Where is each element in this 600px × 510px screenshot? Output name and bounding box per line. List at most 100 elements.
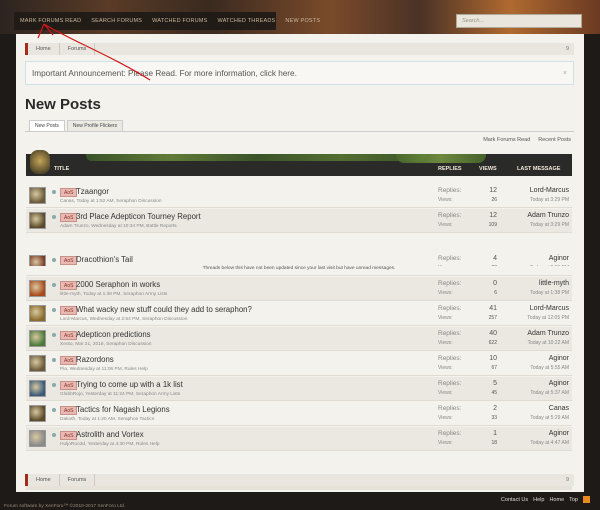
thread-title-link[interactable]: Razordons (76, 355, 114, 364)
views-count: 67 (491, 365, 497, 371)
header-views[interactable]: VIEWS (479, 166, 497, 172)
last-message-date[interactable]: Today at 3:29 PM (530, 222, 569, 228)
last-message-date[interactable]: Today at 3:29 PM (530, 197, 569, 203)
table-row[interactable]: AoS Trying to come up with a 1k list Glo… (26, 377, 572, 401)
table-row[interactable]: AoS 2000 Seraphon in works little-myth, … (26, 277, 572, 301)
replies-label: Replies: (438, 330, 462, 337)
avatar[interactable] (29, 305, 46, 322)
nav-mark-forums-read[interactable]: MARK FORUMS READ (20, 18, 81, 24)
replies-label: Replies: (438, 355, 462, 362)
thread-title-link[interactable]: 3rd Place Adepticon Tourney Report (76, 212, 201, 221)
replies-count: 40 (489, 330, 497, 337)
last-message-date[interactable]: Today at 5:55 AM (530, 365, 569, 371)
table-row[interactable]: AoS Razordons Pia, Wednesday at 11:06 PM… (26, 352, 572, 376)
thread-prefix-badge[interactable]: AoS (60, 281, 78, 290)
mark-forums-read-link[interactable]: Mark Forums Read (483, 137, 530, 143)
thread-prefix-badge[interactable]: AoS (60, 356, 78, 365)
thread-title-link[interactable]: 2000 Seraphon in works (76, 280, 160, 289)
thread-title-link[interactable]: Dracothion's Tail (76, 255, 133, 264)
thread-title-link[interactable]: Tactics for Nagash Legions (76, 405, 170, 414)
table-row[interactable]: AoS Tactics for Nagash Legions Dakoth, T… (26, 402, 572, 426)
nav-new-posts[interactable]: NEW POSTS (285, 18, 320, 24)
header-last-message[interactable]: LAST MESSAGE (517, 166, 560, 172)
replies-count: 12 (489, 212, 497, 219)
table-row[interactable]: AoS Tzaangor Canas, Today at 1:52 AM, Se… (26, 184, 572, 208)
thread-title-link[interactable]: Adepticon predictions (76, 330, 151, 339)
thread-prefix-badge[interactable]: AoS (60, 188, 78, 197)
thread-title-link[interactable]: What wacky new stuff could they add to s… (76, 305, 252, 314)
thread-prefix-badge[interactable]: AoS (60, 213, 78, 222)
table-row[interactable]: AoS Adepticon predictions Xeoto, Mar 21,… (26, 327, 572, 351)
thread-prefix-badge[interactable]: AoS (60, 406, 78, 415)
last-message-date[interactable]: Today at 4:47 AM (530, 440, 569, 446)
avatar[interactable] (29, 355, 46, 372)
thread-meta: GlobbRojo, Yesterday at 11:24 PM, Seraph… (60, 392, 181, 397)
nav-watched-threads[interactable]: WATCHED THREADS (218, 18, 276, 24)
status-dot-icon (52, 258, 56, 262)
thread-meta: HuljoRoo3d, Yesterday at 4:30 PM, Rules … (60, 442, 160, 447)
last-message-user[interactable]: Adam Trunzo (527, 330, 569, 337)
thread-meta: Xeoto, Mar 21, 2018, Seraphon Discussion (60, 342, 152, 347)
breadcrumb-forums[interactable]: Forums (60, 43, 96, 55)
avatar[interactable] (29, 187, 46, 204)
last-message-user[interactable]: Canas (549, 405, 569, 412)
avatar[interactable] (29, 330, 46, 347)
header-replies[interactable]: REPLIES (438, 166, 462, 172)
last-message-user[interactable]: Aginor (549, 355, 569, 362)
footer-top-link[interactable]: Top (569, 497, 578, 503)
last-message-user[interactable]: Aginor (549, 255, 569, 262)
announcement-notice[interactable]: Important Announcement: Please Read. For… (25, 61, 574, 85)
status-dot-icon (52, 433, 56, 437)
search-input[interactable]: Search... (456, 14, 582, 28)
avatar[interactable] (29, 380, 46, 397)
avatar[interactable] (29, 430, 46, 447)
last-message-user[interactable]: Lord-Marcus (530, 187, 569, 194)
nav-watched-forums[interactable]: WATCHED FORUMS (152, 18, 207, 24)
breadcrumb-forums[interactable]: Forums (60, 474, 96, 486)
status-dot-icon (52, 190, 56, 194)
avatar[interactable] (29, 212, 46, 229)
table-row[interactable]: AoS Astrolith and Vortex HuljoRoo3d, Yes… (26, 427, 572, 451)
rss-icon[interactable] (583, 496, 590, 503)
thread-title-link[interactable]: Tzaangor (76, 187, 109, 196)
last-message-user[interactable]: little-myth (539, 280, 569, 287)
thread-title-link[interactable]: Trying to come up with a 1k list (76, 380, 183, 389)
thread-prefix-badge[interactable]: AoS (60, 256, 78, 265)
thread-prefix-badge[interactable]: AoS (60, 431, 78, 440)
last-message-user[interactable]: Aginor (549, 430, 569, 437)
thread-meta: Adam Trunzo, Wednesday at 10:34 PM, Batt… (60, 224, 177, 229)
replies-label: Replies: (438, 187, 462, 194)
last-message-date[interactable]: Today at 5:37 AM (530, 390, 569, 396)
table-row[interactable]: AoS 3rd Place Adepticon Tourney Report A… (26, 209, 572, 233)
breadcrumb-home[interactable]: Home (28, 43, 60, 55)
avatar[interactable] (29, 280, 46, 297)
last-message-user[interactable]: Adam Trunzo (527, 212, 569, 219)
thread-meta: Dakoth, Today at 1:20 AM, Seraphon Tacti… (60, 417, 155, 422)
thread-title-link[interactable]: Astrolith and Vortex (76, 430, 144, 439)
footer-home-link[interactable]: Home (549, 497, 564, 503)
table-row[interactable]: AoS What wacky new stuff could they add … (26, 302, 572, 326)
replies-label: Replies: (438, 380, 462, 387)
last-message-date[interactable]: Today at 10:22 AM (528, 340, 569, 346)
nav-search-forums[interactable]: SEARCH FORUMS (91, 18, 142, 24)
header-title[interactable]: TITLE (54, 166, 69, 172)
last-message-user[interactable]: Aginor (549, 380, 569, 387)
thread-prefix-badge[interactable]: AoS (60, 331, 78, 340)
footer-help-link[interactable]: Help (533, 497, 544, 503)
views-label: Views: (438, 390, 453, 396)
replies-count: 10 (489, 355, 497, 362)
last-message-user[interactable]: Lord-Marcus (530, 305, 569, 312)
last-message-date[interactable]: Today at 12:05 PM (527, 315, 569, 321)
breadcrumb-home[interactable]: Home (28, 474, 60, 486)
thread-prefix-badge[interactable]: AoS (60, 381, 78, 390)
close-icon[interactable]: × (563, 70, 567, 77)
footer-contact-link[interactable]: Contact Us (501, 497, 528, 503)
thread-meta: Pia, Wednesday at 11:06 PM, Rules Help (60, 367, 148, 372)
thread-prefix-badge[interactable]: AoS (60, 306, 78, 315)
last-message-date[interactable]: Today at 1:38 PM (530, 290, 569, 296)
last-message-date[interactable]: Today at 5:29 AM (530, 415, 569, 421)
avatar[interactable] (29, 405, 46, 422)
recent-posts-link[interactable]: Recent Posts (538, 137, 571, 143)
breadcrumb-end: 9 (565, 46, 569, 52)
page-actions: Mark Forums Read Recent Posts (483, 137, 571, 143)
